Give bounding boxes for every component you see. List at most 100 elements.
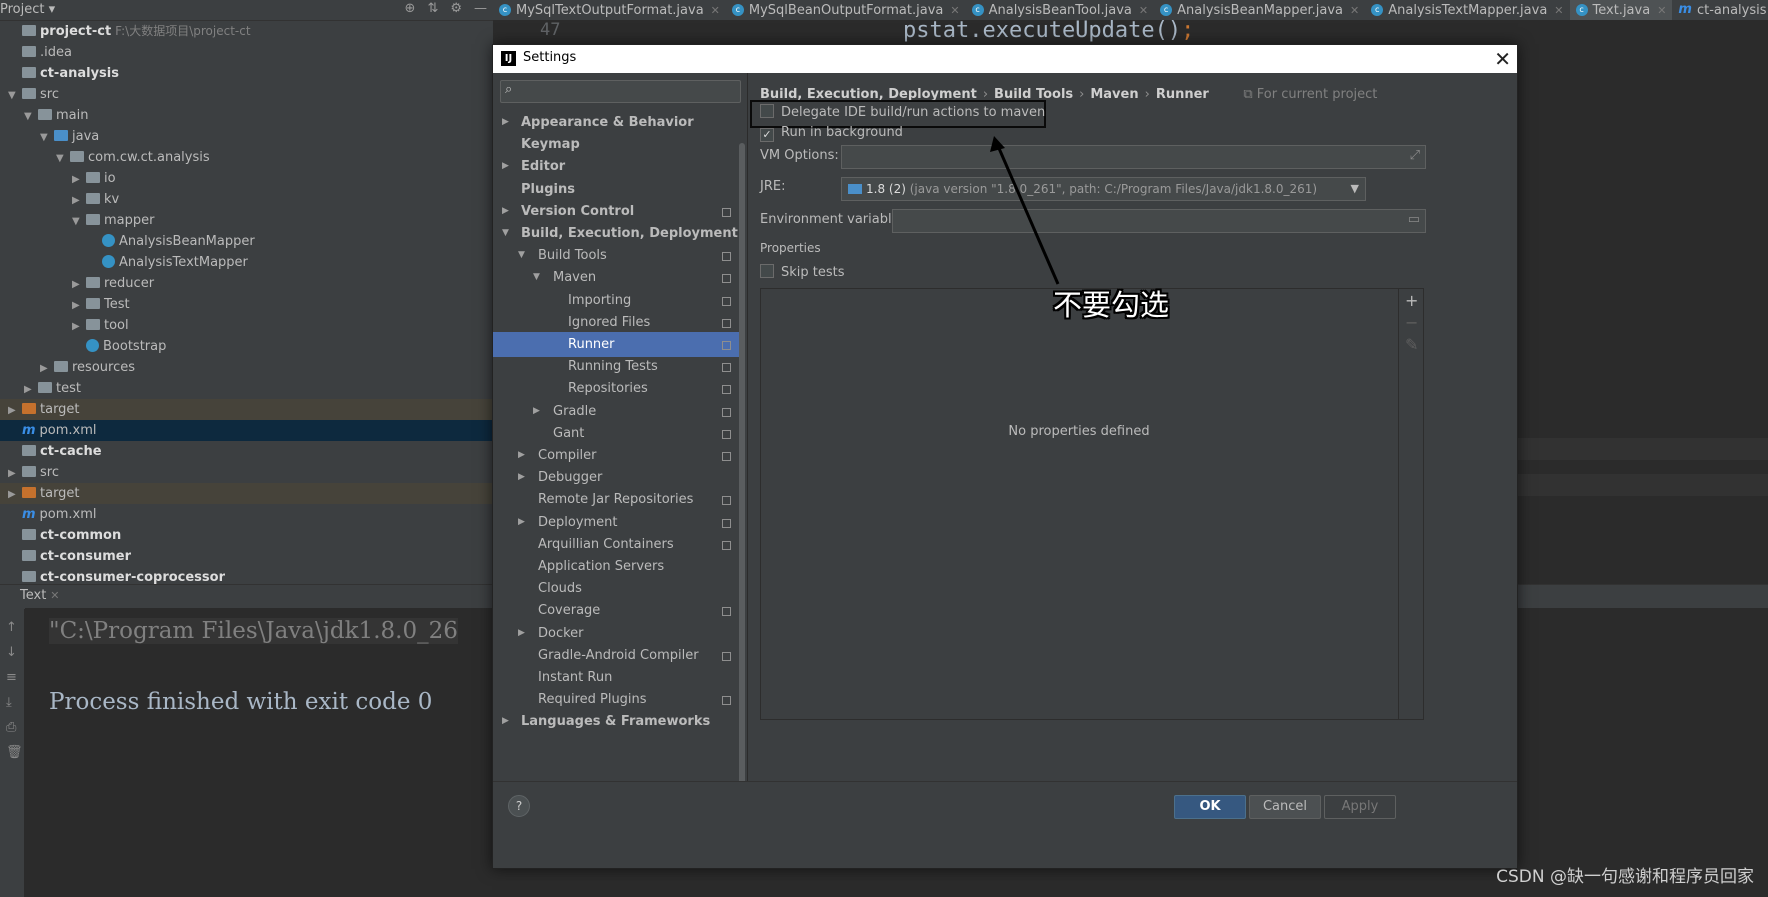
scroll-to-end-icon[interactable]: ⤓ (6, 695, 12, 710)
minimize-icon[interactable]: — (474, 1, 487, 16)
trash-icon[interactable]: 🗑 (6, 745, 23, 760)
collapsed-arrow-icon[interactable]: ▶ (8, 484, 22, 505)
tree-item[interactable]: m pom.xml (0, 420, 493, 441)
close-icon[interactable]: ✕ (1554, 4, 1563, 17)
collapsed-arrow-icon[interactable]: ▶ (502, 709, 509, 734)
vm-options-field[interactable]: ⤢ (841, 145, 1426, 169)
expanded-arrow-icon[interactable]: ▼ (56, 148, 70, 169)
gear-icon[interactable]: ⚙ (450, 1, 462, 16)
tree-item[interactable]: ▶ kv (0, 189, 493, 210)
tree-item[interactable]: ▼ mapper (0, 210, 493, 231)
run-tab[interactable]: Text ✕ (20, 588, 60, 603)
editor-code-area[interactable]: 47 pstat.executeUpdate(); (493, 18, 1768, 43)
apply-button[interactable]: Apply (1324, 795, 1396, 819)
editor-tab[interactable]: c MySqlTextOutputFormat.java ✕ (493, 0, 726, 20)
collapsed-arrow-icon[interactable]: ▶ (24, 379, 38, 400)
expanded-arrow-icon[interactable]: ▼ (72, 211, 86, 232)
settings-search-input[interactable]: ⌕ (500, 80, 741, 103)
tree-item[interactable]: project-ct F:\大数据项目\project-ct (0, 21, 493, 42)
run-in-background-checkbox[interactable]: ✓ (760, 128, 774, 142)
up-arrow-icon[interactable]: ↑ (6, 620, 17, 635)
tree-item[interactable]: ▶ io (0, 168, 493, 189)
nav-item[interactable]: ▶ Languages & Frameworks (493, 709, 745, 734)
tree-item[interactable]: .idea (0, 42, 493, 63)
collapsed-arrow-icon[interactable]: ▶ (8, 400, 22, 421)
close-icon[interactable]: ✕ (1350, 4, 1359, 17)
delegate-checkbox-row[interactable]: Delegate IDE build/run actions to maven (760, 103, 1045, 123)
tree-item[interactable]: ▼ src (0, 84, 493, 105)
locate-icon[interactable]: ⊕ (405, 1, 416, 16)
editor-tab[interactable]: c MySqlBeanOutputFormat.java ✕ (726, 0, 966, 20)
tree-item-path: F:\大数据项目\project-ct (115, 24, 251, 38)
remove-icon[interactable]: − (1405, 313, 1418, 332)
tree-item[interactable]: ▶ target (0, 483, 493, 504)
tree-item[interactable]: ▶ target (0, 399, 493, 420)
project-scope-icon (722, 496, 731, 506)
project-view-selector[interactable]: Project ▾ (0, 2, 55, 17)
collapsed-arrow-icon[interactable]: ▶ (72, 169, 86, 190)
tree-item[interactable]: ct-consumer-coprocessor (0, 567, 493, 584)
dialog-titlebar[interactable]: IJ Settings ✕ (493, 45, 1517, 73)
editor-tab[interactable]: c AnalysisBeanTool.java ✕ (966, 0, 1155, 20)
delegate-checkbox[interactable] (760, 104, 774, 118)
collapsed-arrow-icon[interactable]: ▶ (72, 316, 86, 337)
expanded-arrow-icon[interactable]: ▼ (40, 127, 54, 148)
tree-item[interactable]: AnalysisBeanMapper (0, 231, 493, 252)
tree-item[interactable]: Bootstrap (0, 336, 493, 357)
tree-item[interactable]: ct-analysis (0, 63, 493, 84)
expand-icon[interactable]: ⤢ (1410, 148, 1420, 163)
tree-item[interactable]: ▶ test (0, 378, 493, 399)
tree-item[interactable]: m pom.xml (0, 504, 493, 525)
cancel-button[interactable]: Cancel (1249, 795, 1321, 819)
collapsed-arrow-icon[interactable]: ▶ (8, 463, 22, 484)
tree-item[interactable]: ▶ tool (0, 315, 493, 336)
close-icon[interactable]: ✕ (1657, 4, 1666, 17)
close-icon[interactable]: ✕ (1494, 47, 1511, 71)
print-icon[interactable]: ⎙ (6, 720, 16, 735)
project-scope-icon (722, 429, 731, 439)
tree-item[interactable]: ct-cache (0, 441, 493, 462)
tree-item[interactable]: ▶ resources (0, 357, 493, 378)
collapsed-arrow-icon[interactable]: ▶ (72, 295, 86, 316)
editor-tab[interactable]: c AnalysisBeanMapper.java ✕ (1154, 0, 1365, 20)
close-icon[interactable]: ✕ (50, 589, 59, 602)
tree-item[interactable]: ▶ reducer (0, 273, 493, 294)
skip-tests-row[interactable]: Skip tests (760, 263, 845, 283)
tree-item-label: mapper (104, 213, 155, 228)
expanded-arrow-icon[interactable]: ▼ (8, 85, 22, 106)
edit-icon[interactable]: ✎ (1405, 335, 1418, 354)
help-button[interactable]: ? (508, 795, 530, 817)
close-icon[interactable]: ✕ (1139, 4, 1148, 17)
editor-tab[interactable]: c AnalysisTextMapper.java ✕ (1365, 0, 1569, 20)
collapsed-arrow-icon[interactable]: ▶ (72, 190, 86, 211)
class-icon: c (1160, 4, 1173, 16)
tree-item[interactable]: ct-common (0, 525, 493, 546)
tree-item[interactable]: AnalysisTextMapper (0, 252, 493, 273)
close-icon[interactable]: ✕ (711, 4, 720, 17)
collapsed-arrow-icon[interactable]: ▶ (72, 274, 86, 295)
browse-folder-icon[interactable]: ▭ (1408, 212, 1420, 227)
collapsed-arrow-icon[interactable]: ▶ (40, 358, 54, 379)
run-in-background-row[interactable]: ✓ Run in background (760, 123, 903, 143)
soft-wrap-icon[interactable]: ≡ (6, 670, 17, 685)
tree-item[interactable]: ▼ main (0, 105, 493, 126)
down-arrow-icon[interactable]: ↓ (6, 645, 17, 660)
close-icon[interactable]: ✕ (950, 4, 959, 17)
env-variables-field[interactable]: ▭ (892, 209, 1426, 233)
tree-item[interactable]: ct-consumer (0, 546, 493, 567)
tree-item[interactable]: ▼ java (0, 126, 493, 147)
expanded-arrow-icon[interactable]: ▼ (24, 106, 38, 127)
tree-item-label: main (56, 108, 89, 123)
tree-item[interactable]: ▶ src (0, 462, 493, 483)
properties-table[interactable]: No properties defined + − ✎ (760, 288, 1424, 720)
editor-tab[interactable]: mct-analysis✕ (1672, 0, 1768, 20)
tree-item[interactable]: ▶ Test (0, 294, 493, 315)
tree-item[interactable]: ▼ com.cw.ct.analysis (0, 147, 493, 168)
nav-scrollbar[interactable] (739, 143, 745, 803)
collapse-icon[interactable]: ⇅ (427, 1, 438, 16)
jre-select[interactable]: 1.8 (2) (java version "1.8.0_261", path:… (841, 177, 1366, 201)
editor-tab[interactable]: c Text.java ✕ (1569, 0, 1673, 20)
skip-tests-checkbox[interactable] (760, 264, 774, 278)
add-icon[interactable]: + (1405, 291, 1418, 310)
ok-button[interactable]: OK (1174, 795, 1246, 819)
